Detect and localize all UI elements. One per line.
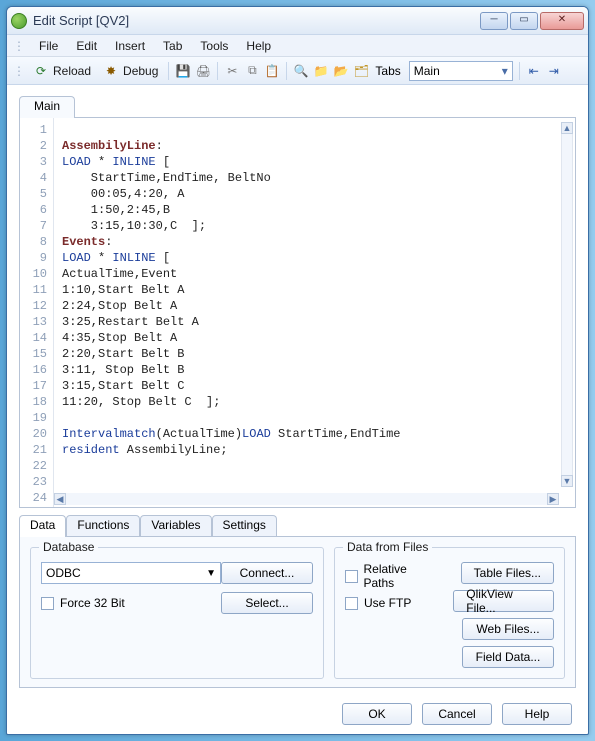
tab-settings[interactable]: Settings [212, 515, 277, 537]
print-icon[interactable]: 🖨 [195, 63, 211, 79]
separator [217, 62, 218, 80]
chevron-down-icon: ▼ [206, 568, 216, 579]
menu-tools[interactable]: Tools [192, 37, 236, 55]
titlebar: Edit Script [QV2] ─ ▭ ✕ [7, 7, 588, 35]
search-icon[interactable]: 🔍 [293, 63, 309, 79]
outdent-icon[interactable]: ⇤ [526, 63, 542, 79]
scroll-up-icon[interactable]: ▲ [561, 122, 573, 134]
checkbox-box-icon [345, 570, 358, 583]
connect-button[interactable]: Connect... [221, 562, 313, 584]
editor-zone: Main 1 2 3 4 5 6 7 8 9 10 11 12 13 14 15… [7, 85, 588, 514]
maximize-button[interactable]: ▭ [510, 12, 538, 30]
grip-icon: ⋮ [13, 39, 25, 53]
grip-icon: ⋮ [13, 64, 25, 78]
menu-help[interactable]: Help [238, 37, 279, 55]
reload-button[interactable]: ⟳ Reload [29, 61, 95, 81]
web-files-button[interactable]: Web Files... [462, 618, 554, 640]
files-group: Data from Files Relative Paths Use FTP [334, 547, 565, 679]
table-files-button[interactable]: Table Files... [461, 562, 554, 584]
scroll-track[interactable] [561, 134, 573, 475]
useftp-label: Use FTP [364, 596, 411, 610]
folder-add-icon[interactable]: 🗂 [353, 63, 369, 79]
menu-file[interactable]: File [31, 37, 66, 55]
database-legend: Database [39, 540, 98, 554]
debug-button[interactable]: ✸ Debug [99, 61, 162, 81]
window-buttons: ─ ▭ ✕ [480, 12, 584, 30]
window-title: Edit Script [QV2] [33, 13, 480, 28]
tab-main[interactable]: Main [19, 96, 75, 118]
toolbar: ⋮ ⟳ Reload ✸ Debug 💾 🖨 ✂ ⧉ 📋 🔍 📁 📂 🗂 Tab… [7, 57, 588, 85]
dialog-buttons: OK Cancel Help [7, 694, 588, 734]
tabs-selected-value: Main [414, 64, 440, 78]
force32-checkbox[interactable]: Force 32 Bit [41, 596, 125, 610]
force32-label: Force 32 Bit [60, 596, 125, 610]
tab-functions[interactable]: Functions [66, 515, 140, 537]
reload-icon: ⟳ [33, 63, 49, 79]
relative-label: Relative Paths [364, 562, 438, 590]
menu-edit[interactable]: Edit [68, 37, 105, 55]
editor-tabstrip: Main [19, 95, 576, 117]
checkbox-box-icon [41, 597, 54, 610]
menubar: ⋮ File Edit Insert Tab Tools Help [7, 35, 588, 57]
editor-frame: 1 2 3 4 5 6 7 8 9 10 11 12 13 14 15 16 1… [19, 117, 576, 508]
minimize-button[interactable]: ─ [480, 12, 508, 30]
odbc-value: ODBC [46, 566, 81, 580]
separator [286, 62, 287, 80]
tabs-dropdown[interactable]: Main ▾ [409, 61, 513, 81]
qlikview-icon [11, 13, 27, 29]
panel-body: Database ODBC ▼ Connect... Force 32 Bit [19, 536, 576, 688]
code-editor[interactable]: AssembilyLine: LOAD * INLINE [ StartTime… [54, 118, 575, 507]
folder-up-icon[interactable]: 📂 [333, 63, 349, 79]
debug-label: Debug [123, 64, 158, 78]
reload-label: Reload [53, 64, 91, 78]
tabs-label: Tabs [375, 64, 400, 78]
menu-insert[interactable]: Insert [107, 37, 153, 55]
help-button[interactable]: Help [502, 703, 572, 725]
tab-variables[interactable]: Variables [140, 515, 211, 537]
separator [519, 62, 520, 80]
database-group: Database ODBC ▼ Connect... Force 32 Bit [30, 547, 324, 679]
copy-icon[interactable]: ⧉ [244, 63, 260, 79]
qlikview-file-button[interactable]: QlikView File... [453, 590, 554, 612]
ok-button[interactable]: OK [342, 703, 412, 725]
tab-data[interactable]: Data [19, 515, 66, 537]
cut-icon[interactable]: ✂ [224, 63, 240, 79]
scroll-left-icon[interactable]: ◀ [54, 493, 66, 505]
field-data-button[interactable]: Field Data... [462, 646, 554, 668]
chevron-down-icon: ▾ [502, 64, 508, 78]
separator [168, 62, 169, 80]
line-gutter: 1 2 3 4 5 6 7 8 9 10 11 12 13 14 15 16 1… [20, 118, 54, 507]
scroll-down-icon[interactable]: ▼ [561, 475, 573, 487]
paste-icon[interactable]: 📋 [264, 63, 280, 79]
close-button[interactable]: ✕ [540, 12, 584, 30]
vertical-scrollbar[interactable]: ▲ ▼ [561, 122, 573, 487]
select-button[interactable]: Select... [221, 592, 313, 614]
connection-panel: Data Functions Variables Settings Databa… [7, 514, 588, 694]
use-ftp-checkbox[interactable]: Use FTP [345, 596, 437, 610]
folder-icon[interactable]: 📁 [313, 63, 329, 79]
save-icon[interactable]: 💾 [175, 63, 191, 79]
cancel-button[interactable]: Cancel [422, 703, 492, 725]
edit-script-window: Edit Script [QV2] ─ ▭ ✕ ⋮ File Edit Inse… [6, 6, 589, 735]
menu-tab[interactable]: Tab [155, 37, 190, 55]
relative-paths-checkbox[interactable]: Relative Paths [345, 562, 437, 590]
indent-icon[interactable]: ⇥ [546, 63, 562, 79]
scroll-right-icon[interactable]: ▶ [547, 493, 559, 505]
bug-icon: ✸ [103, 63, 119, 79]
files-legend: Data from Files [343, 540, 432, 554]
panel-tabstrip: Data Functions Variables Settings [19, 514, 576, 536]
checkbox-box-icon [345, 597, 358, 610]
scroll-track[interactable] [66, 493, 547, 505]
odbc-dropdown[interactable]: ODBC ▼ [41, 562, 221, 584]
horizontal-scrollbar[interactable]: ◀ ▶ [54, 493, 559, 505]
